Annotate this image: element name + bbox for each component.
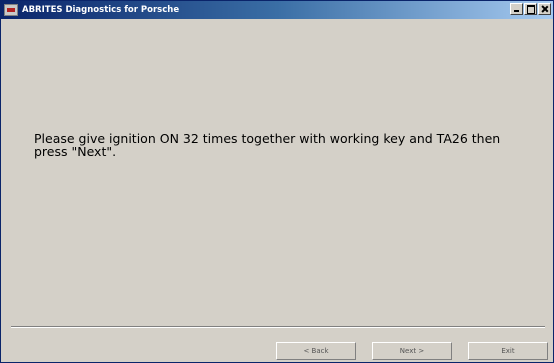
app-icon <box>4 4 18 16</box>
footer-separator <box>11 326 545 328</box>
next-button[interactable]: Next > <box>372 342 452 360</box>
title-bar[interactable]: ABRITES Diagnostics for Porsche <box>1 1 553 19</box>
window-controls <box>510 3 551 15</box>
maximize-icon[interactable] <box>524 3 537 15</box>
instruction-message: Please give ignition ON 32 times togethe… <box>34 131 501 159</box>
close-icon[interactable] <box>538 3 551 15</box>
minimize-icon[interactable] <box>510 3 523 15</box>
main-window: ABRITES Diagnostics for Porsche Please g… <box>0 0 554 363</box>
back-button[interactable]: < Back <box>276 342 356 360</box>
window-title: ABRITES Diagnostics for Porsche <box>22 5 180 15</box>
exit-button[interactable]: Exit <box>468 342 548 360</box>
